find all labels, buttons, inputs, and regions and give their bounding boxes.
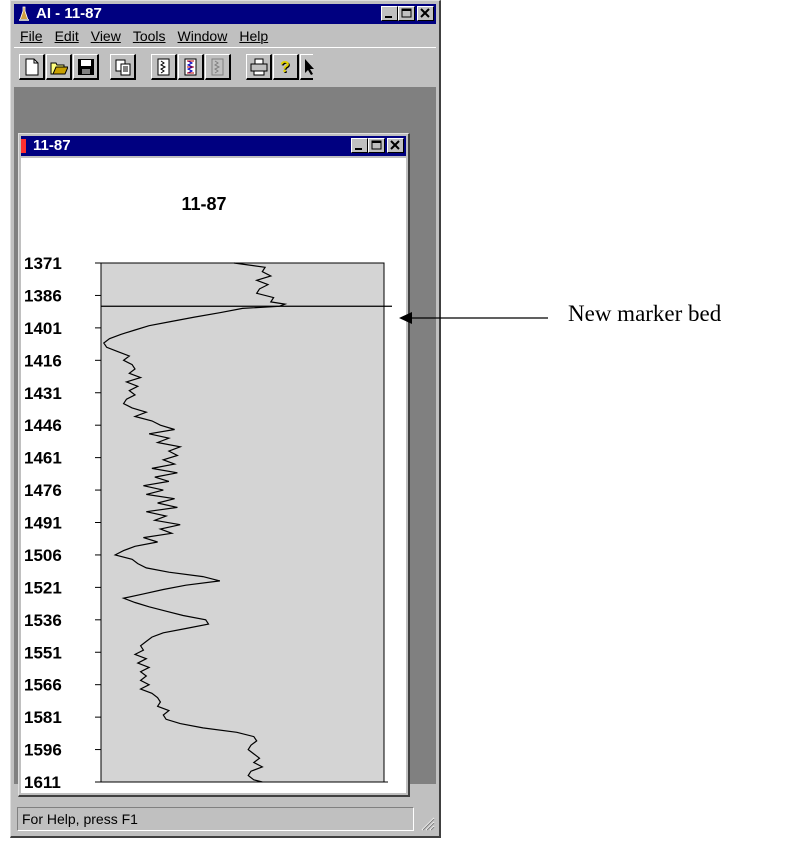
maximize-icon — [371, 140, 382, 150]
y-tick-label: 1386 — [24, 286, 62, 305]
app-titlebar[interactable]: AI - 11-87 — [14, 4, 436, 24]
print-button[interactable] — [246, 54, 272, 80]
close-button[interactable] — [417, 6, 434, 21]
toolbar: ?? — [14, 47, 436, 86]
log-track-button[interactable] — [151, 54, 177, 80]
plot-area — [100, 262, 385, 783]
save-button[interactable] — [73, 54, 99, 80]
y-tick-label: 1491 — [24, 514, 62, 533]
minimize-icon — [355, 148, 362, 150]
menu-file[interactable]: File — [14, 28, 49, 44]
open-button[interactable] — [46, 54, 72, 80]
log-window-title: 11-87 — [33, 137, 71, 154]
resize-grip-icon[interactable] — [419, 815, 435, 831]
menu-tools[interactable]: Tools — [127, 28, 172, 44]
y-tick-label: 1476 — [24, 481, 62, 500]
y-tick-label: 1551 — [24, 643, 62, 662]
log-track-colored-button[interactable] — [178, 54, 204, 80]
close-icon — [420, 8, 430, 18]
app-window: AI - 11-87 File Edit View Tools Window H… — [10, 0, 441, 838]
log-window: 11-87 11-87 1371 1386 1401 1416 1431 144… — [18, 133, 410, 797]
log-track-icon — [157, 58, 170, 76]
log-window-titlebar[interactable]: 11-87 — [21, 136, 406, 156]
log-chart[interactable]: 11-87 1371 1386 1401 1416 1431 1446 1461 1476 14… — [21, 158, 405, 792]
y-tick-label: 1536 — [24, 611, 62, 630]
log-window-client: 11-87 1371 1386 1401 1416 1431 1446 1461 1476 14… — [21, 158, 406, 793]
open-icon — [50, 62, 68, 75]
status-text: For Help, press F1 — [17, 807, 414, 831]
svg-text:?: ? — [280, 59, 290, 76]
y-tick-label: 1596 — [24, 741, 62, 760]
mdi-client: 11-87 11-87 1371 1386 1401 1416 1431 144… — [14, 87, 436, 797]
print-icon — [250, 58, 268, 76]
annotation-arrow — [399, 312, 548, 324]
menu-help[interactable]: Help — [233, 28, 274, 44]
log-window-maximize-button[interactable] — [368, 138, 385, 153]
new-icon — [25, 58, 39, 76]
maximize-icon — [401, 8, 412, 18]
y-tick-label: 1506 — [24, 546, 62, 565]
y-tick-label: 1401 — [24, 319, 62, 338]
log-track-colored-icon — [184, 58, 197, 76]
log-window-minimize-button[interactable] — [351, 138, 368, 153]
y-tick-label: 1371 — [24, 254, 62, 273]
log-window-icon — [21, 139, 26, 153]
app-icon — [19, 6, 29, 21]
save-icon — [78, 59, 94, 75]
copy-button[interactable] — [110, 54, 136, 80]
minimize-button[interactable] — [381, 6, 398, 21]
y-tick-label: 1446 — [24, 416, 62, 435]
log-window-close-button[interactable] — [387, 138, 404, 153]
log-track-disabled-button[interactable] — [205, 54, 231, 80]
log-track-disabled-icon — [211, 58, 224, 76]
close-icon — [390, 140, 400, 150]
annotation-label: New marker bed — [568, 301, 722, 326]
help-button[interactable]: ?? — [273, 54, 299, 80]
y-tick-label: 1611 — [24, 773, 61, 792]
new-button[interactable] — [19, 54, 45, 80]
y-tick-label: 1461 — [24, 449, 62, 468]
pointer-icon — [305, 59, 314, 75]
menu-bar: File Edit View Tools Window Help — [14, 25, 436, 46]
app-title: AI - 11-87 — [36, 5, 102, 22]
menu-edit[interactable]: Edit — [49, 28, 85, 44]
y-tick-label: 1416 — [24, 351, 62, 370]
menu-window[interactable]: Window — [172, 28, 234, 44]
copy-icon — [115, 59, 131, 76]
y-tick-label: 1431 — [24, 384, 62, 403]
help-icon: ?? — [280, 59, 291, 76]
minimize-icon — [385, 16, 392, 18]
y-tick-label: 1566 — [24, 676, 62, 695]
maximize-button[interactable] — [398, 6, 415, 21]
status-bar: For Help, press F1 — [14, 803, 436, 833]
y-tick-label: 1581 — [24, 708, 62, 727]
pointer-button[interactable] — [300, 54, 314, 80]
menu-view[interactable]: View — [85, 28, 127, 44]
chart-title: 11-87 — [181, 194, 226, 214]
y-tick-label: 1521 — [24, 578, 62, 597]
